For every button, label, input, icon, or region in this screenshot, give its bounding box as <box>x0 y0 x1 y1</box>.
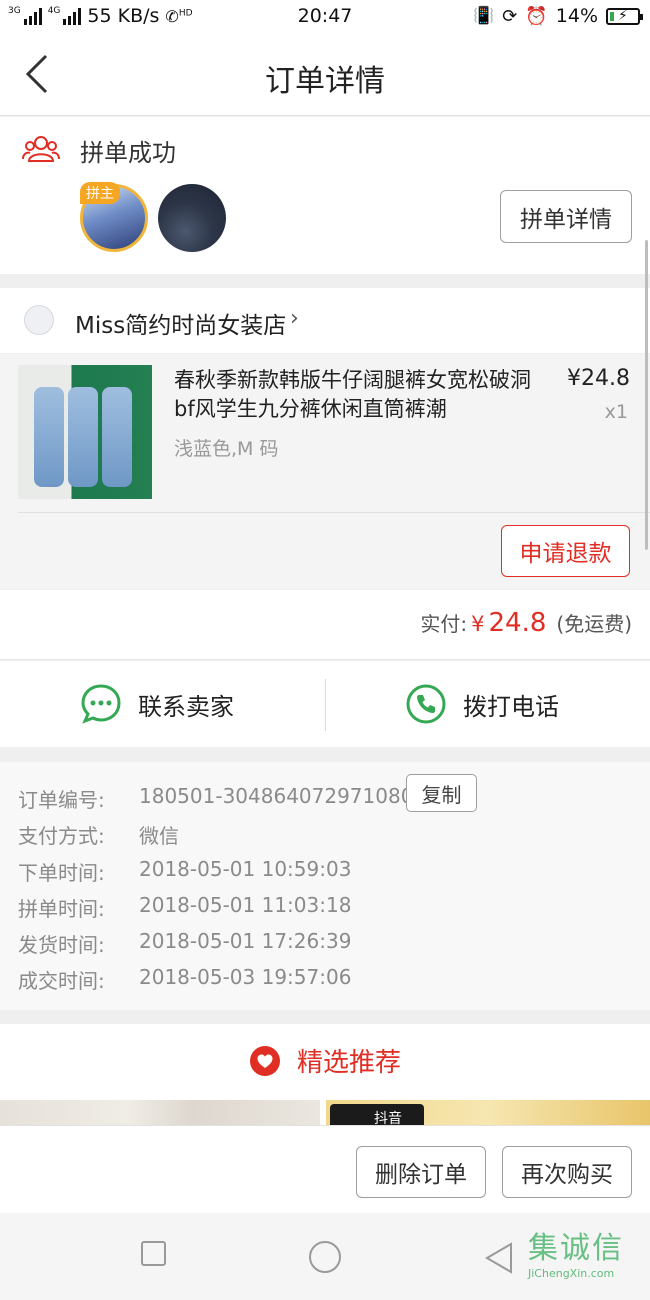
delete-order-button[interactable]: 删除订单 <box>356 1146 486 1198</box>
product-quantity: x1 <box>604 401 628 423</box>
vibrate-icon: 📳 <box>473 6 495 26</box>
group-detail-button[interactable]: 拼单详情 <box>500 190 632 243</box>
status-bar: 3G 4G 55 KB/s ✆HD 20:47 📳 ⟳ ⏰ 14% ⚡ <box>0 0 650 34</box>
avatar-member[interactable] <box>158 184 226 252</box>
order-info: 订单编号: 180501-304864072971080 复制 支付方式: 微信 下… <box>0 762 650 1010</box>
recent-apps-button[interactable] <box>141 1241 166 1266</box>
paid-label: 实付: <box>420 612 468 636</box>
back-nav-button[interactable] <box>484 1241 514 1275</box>
shipping-note: (免运费) <box>556 612 632 636</box>
header-bar: 订单详情 <box>0 34 650 116</box>
contact-seller-button[interactable]: 联系卖家 <box>80 683 234 725</box>
call-phone-button[interactable]: 拨打电话 <box>405 683 559 725</box>
paid-currency: ¥ <box>471 612 485 636</box>
refund-button[interactable]: 申请退款 <box>501 525 630 577</box>
rotation-lock-icon: ⟳ <box>502 5 518 27</box>
call-phone-label: 拨打电话 <box>463 692 559 721</box>
contact-bar: 联系卖家 拨打电话 <box>0 661 650 747</box>
page-title: 订单详情 <box>265 64 385 99</box>
divider <box>325 679 326 731</box>
scrollbar[interactable] <box>645 240 648 550</box>
product-price: ¥24.8 <box>567 366 630 391</box>
contact-seller-label: 联系卖家 <box>138 692 234 721</box>
divider <box>18 512 650 513</box>
ship-time-row: 发货时间: 2018-05-01 17:26:39 <box>18 929 352 957</box>
order-time-row: 下单时间: 2018-05-01 10:59:03 <box>18 857 352 885</box>
bottom-action-bar: 删除订单 再次购买 <box>0 1125 650 1213</box>
heart-icon <box>249 1045 280 1076</box>
battery-icon: ⚡ <box>606 7 643 25</box>
group-status: 拼单成功 <box>80 139 176 167</box>
goods-item[interactable]: 春秋季新款韩版牛仔阔腿裤女宽松破洞bf风学生九分裤休闲直筒裤潮 浅蓝色,M 码 … <box>0 354 650 589</box>
paid-amount: 24.8 <box>488 608 547 638</box>
owner-badge: 拼主 <box>80 182 120 204</box>
group-people-icon <box>22 136 60 162</box>
product-sku: 浅蓝色,M 码 <box>174 438 279 460</box>
order-number-row: 订单编号: 180501-304864072971080 <box>18 784 414 812</box>
deal-time-row: 成交时间: 2018-05-03 19:57:06 <box>18 965 352 993</box>
copy-button[interactable]: 复制 <box>406 774 477 812</box>
shop-logo <box>24 305 54 335</box>
payment-method-row: 支付方式: 微信 <box>18 824 179 848</box>
phone-icon <box>406 684 446 724</box>
shop-name[interactable]: Miss简约时尚女装店 <box>75 306 286 340</box>
product-image[interactable] <box>18 365 152 499</box>
group-time-row: 拼单时间: 2018-05-01 11:03:18 <box>18 893 352 921</box>
home-button[interactable] <box>309 1241 341 1273</box>
battery-percent: 14% <box>555 5 598 27</box>
recommend-title: 精选推荐 <box>296 1048 401 1078</box>
product-title[interactable]: 春秋季新款韩版牛仔阔腿裤女宽松破洞bf风学生九分裤休闲直筒裤潮 <box>174 366 544 424</box>
chevron-right-icon: › <box>290 306 299 331</box>
chat-bubble-icon <box>81 684 121 724</box>
payment-summary: 实付: ¥ 24.8 (免运费) <box>0 590 650 660</box>
shop-row[interactable]: Miss简约时尚女装店 › <box>0 288 650 353</box>
alarm-icon: ⏰ <box>525 5 548 27</box>
buy-again-button[interactable]: 再次购买 <box>502 1146 632 1198</box>
watermark: 集诚信 JiChengXin.com <box>528 1231 624 1280</box>
system-nav-bar: 集诚信 JiChengXin.com <box>0 1213 650 1300</box>
